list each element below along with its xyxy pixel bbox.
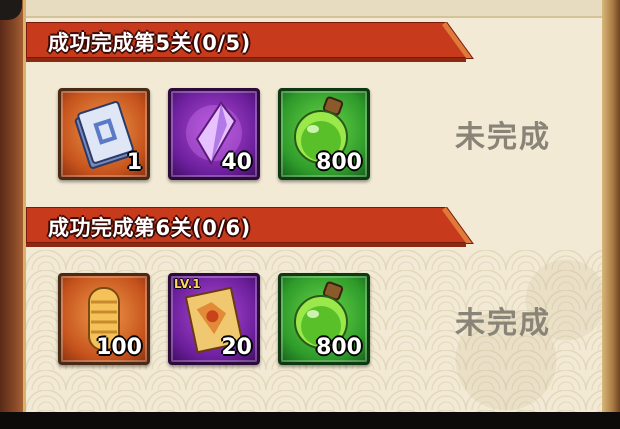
reward-quantity: 100 (96, 335, 142, 360)
level-badge: LV.1 (174, 277, 201, 291)
task-status: 未完成 (455, 306, 551, 341)
task-header-2: 成功完成第6关(0/6) (26, 207, 476, 249)
reward-quantity: 800 (316, 335, 362, 360)
reward-quantity: 800 (316, 150, 362, 175)
panel-right-border (602, 0, 620, 412)
task-title: 成功完成第6关(0/6) (48, 216, 251, 240)
task-title: 成功完成第5关(0/5) (48, 31, 251, 55)
panel-top-strip (26, 0, 602, 18)
reward-slot[interactable]: LV.1 20 (168, 273, 260, 365)
reward-slot[interactable]: 1 (58, 88, 150, 180)
task-status: 未完成 (455, 120, 551, 155)
reward-slot[interactable]: 40 (168, 88, 260, 180)
task-header-1: 成功完成第5关(0/5) (26, 22, 476, 64)
reward-slot[interactable]: 100 (58, 273, 150, 365)
reward-quantity: 40 (221, 150, 252, 175)
reward-slot[interactable]: 800 (278, 273, 370, 365)
panel-left-border (0, 0, 26, 412)
reward-quantity: 20 (221, 335, 252, 360)
bottom-bar (0, 412, 620, 429)
reward-slot[interactable]: 800 (278, 88, 370, 180)
reward-quantity: 1 (126, 150, 142, 175)
